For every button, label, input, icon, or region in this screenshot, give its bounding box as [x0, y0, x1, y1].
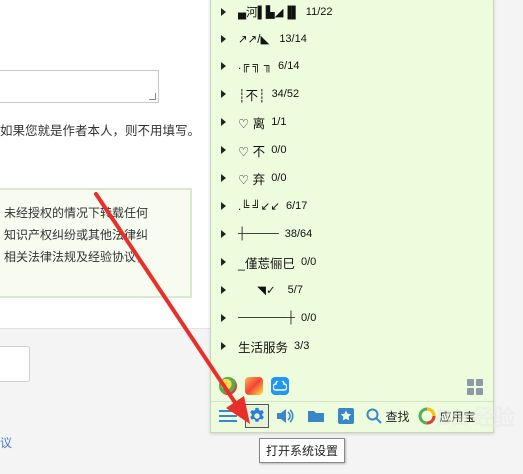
- red-annotation-arrow: [94, 192, 250, 424]
- settings-tooltip: 打开系统设置: [259, 438, 346, 463]
